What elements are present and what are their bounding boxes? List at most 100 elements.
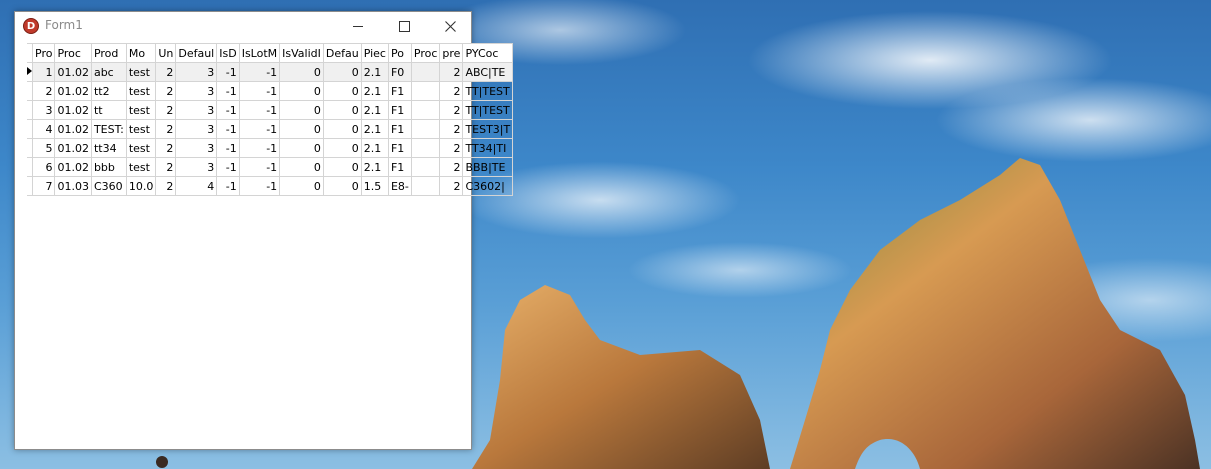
grid-cell[interactable]: 01.02: [54, 157, 92, 177]
grid-cell[interactable]: 0: [279, 62, 324, 82]
table-row[interactable]: 6 01.02 bbb test 2 3 -1 -1 0 0 2.1 F1 2 BBB|TE: [27, 157, 514, 177]
grid-cell[interactable]: 0: [279, 100, 324, 120]
grid-cell[interactable]: 2: [439, 62, 464, 82]
title-bar[interactable]: D Form1: [15, 12, 471, 40]
grid-cell[interactable]: 0: [279, 157, 324, 177]
grid-cell[interactable]: BBB|TE: [462, 157, 514, 177]
grid-cell[interactable]: 2: [155, 119, 177, 139]
grid-cell[interactable]: 6: [31, 157, 56, 177]
grid-cell[interactable]: -1: [238, 81, 281, 101]
table-row[interactable]: 1 01.02 abc test 2 3 -1 -1 0 0 2.1 F0 2 ABC|TE: [27, 62, 514, 82]
grid-cell[interactable]: E8-: [387, 176, 412, 196]
grid-cell[interactable]: 2.1: [360, 138, 389, 158]
grid-cell[interactable]: 2: [439, 119, 464, 139]
data-grid[interactable]: Pro Proc Prod Mo Un Defaul IsD IsLotM IsValidI De…: [27, 43, 514, 196]
column-header[interactable]: IsLotM: [238, 43, 281, 63]
grid-cell[interactable]: F1: [387, 157, 412, 177]
grid-cell[interactable]: 2.1: [360, 119, 389, 139]
grid-cell[interactable]: 01.03: [54, 176, 92, 196]
table-row[interactable]: 3 01.02 tt test 2 3 -1 -1 0 0 2.1 F1 2 TT|TEST: [27, 100, 514, 120]
column-header[interactable]: pre: [439, 43, 464, 63]
column-header[interactable]: IsD: [216, 43, 240, 63]
grid-cell[interactable]: tt: [90, 100, 127, 120]
grid-cell[interactable]: 0: [322, 157, 362, 177]
grid-cell[interactable]: tt2: [90, 81, 127, 101]
grid-cell[interactable]: 3: [31, 100, 56, 120]
grid-cell[interactable]: [410, 157, 441, 177]
grid-cell[interactable]: 2: [439, 100, 464, 120]
close-button[interactable]: [427, 12, 473, 40]
grid-cell[interactable]: 0: [279, 176, 324, 196]
grid-cell[interactable]: -1: [238, 119, 281, 139]
grid-cell[interactable]: -1: [238, 157, 281, 177]
grid-cell[interactable]: 10.0: [125, 176, 157, 196]
grid-cell[interactable]: 3: [175, 157, 218, 177]
column-header[interactable]: Proc: [54, 43, 92, 63]
grid-cell[interactable]: 0: [322, 100, 362, 120]
grid-cell[interactable]: TEST3|T: [462, 119, 514, 139]
grid-cell[interactable]: 2: [155, 157, 177, 177]
grid-cell[interactable]: F1: [387, 138, 412, 158]
grid-cell[interactable]: 2: [155, 100, 177, 120]
grid-cell[interactable]: 2: [155, 138, 177, 158]
grid-cell[interactable]: 2.1: [360, 81, 389, 101]
grid-cell[interactable]: tt34: [90, 138, 127, 158]
column-header[interactable]: Po: [387, 43, 412, 63]
grid-cell[interactable]: -1: [216, 81, 240, 101]
table-row[interactable]: 2 01.02 tt2 test 2 3 -1 -1 0 0 2.1 F1 2 TT|TEST: [27, 81, 514, 101]
grid-cell[interactable]: -1: [216, 157, 240, 177]
grid-cell[interactable]: TT34|TI: [462, 138, 514, 158]
grid-cell[interactable]: 3: [175, 100, 218, 120]
form1-window[interactable]: D Form1 Pro Proc Prod Mo Un Defaul IsD I…: [14, 11, 514, 450]
grid-cell[interactable]: 0: [279, 81, 324, 101]
column-header[interactable]: Pro: [31, 43, 56, 63]
table-row[interactable]: 4 01.02 TEST: test 2 3 -1 -1 0 0 2.1 F1 2 TEST3|T: [27, 119, 514, 139]
grid-cell[interactable]: [410, 176, 441, 196]
grid-cell[interactable]: 0: [279, 138, 324, 158]
grid-cell[interactable]: -1: [238, 62, 281, 82]
column-header[interactable]: Defau: [322, 43, 362, 63]
grid-cell[interactable]: 2.1: [360, 100, 389, 120]
grid-cell[interactable]: 5: [31, 138, 56, 158]
maximize-button[interactable]: [381, 12, 427, 40]
grid-cell[interactable]: -1: [238, 100, 281, 120]
grid-cell[interactable]: -1: [216, 62, 240, 82]
grid-cell[interactable]: 0: [322, 119, 362, 139]
column-header[interactable]: IsValidI: [279, 43, 324, 63]
minimize-button[interactable]: [335, 12, 381, 40]
column-header[interactable]: Prod: [90, 43, 127, 63]
grid-cell[interactable]: TEST:: [90, 119, 127, 139]
column-header[interactable]: Un: [155, 43, 177, 63]
grid-cell[interactable]: bbb: [90, 157, 127, 177]
grid-cell[interactable]: C360: [90, 176, 127, 196]
grid-cell[interactable]: -1: [238, 176, 281, 196]
grid-cell[interactable]: test: [125, 138, 157, 158]
grid-cell[interactable]: 2: [439, 176, 464, 196]
grid-cell[interactable]: C3602|: [462, 176, 514, 196]
grid-cell[interactable]: 0: [322, 138, 362, 158]
column-header[interactable]: Proc: [410, 43, 441, 63]
grid-cell[interactable]: 3: [175, 119, 218, 139]
grid-cell[interactable]: 7: [31, 176, 56, 196]
grid-cell[interactable]: 01.02: [54, 138, 92, 158]
table-row[interactable]: 5 01.02 tt34 test 2 3 -1 -1 0 0 2.1 F1 2 TT34|TI: [27, 138, 514, 158]
grid-cell[interactable]: -1: [216, 138, 240, 158]
grid-cell[interactable]: 0: [322, 176, 362, 196]
grid-cell[interactable]: 3: [175, 62, 218, 82]
column-header[interactable]: Mo: [125, 43, 157, 63]
grid-cell[interactable]: test: [125, 62, 157, 82]
grid-cell[interactable]: 2: [439, 138, 464, 158]
grid-cell[interactable]: 1: [31, 62, 56, 82]
grid-cell[interactable]: test: [125, 81, 157, 101]
grid-cell[interactable]: 1.5: [360, 176, 389, 196]
grid-cell[interactable]: 2: [155, 62, 177, 82]
grid-cell[interactable]: 2: [31, 81, 56, 101]
grid-cell[interactable]: 2: [439, 81, 464, 101]
grid-cell[interactable]: 01.02: [54, 119, 92, 139]
column-header[interactable]: PYCoc: [462, 43, 514, 63]
grid-cell[interactable]: F1: [387, 100, 412, 120]
grid-cell[interactable]: 2: [155, 176, 177, 196]
grid-cell[interactable]: abc: [90, 62, 127, 82]
grid-cell[interactable]: 2: [439, 157, 464, 177]
grid-cell[interactable]: [410, 81, 441, 101]
